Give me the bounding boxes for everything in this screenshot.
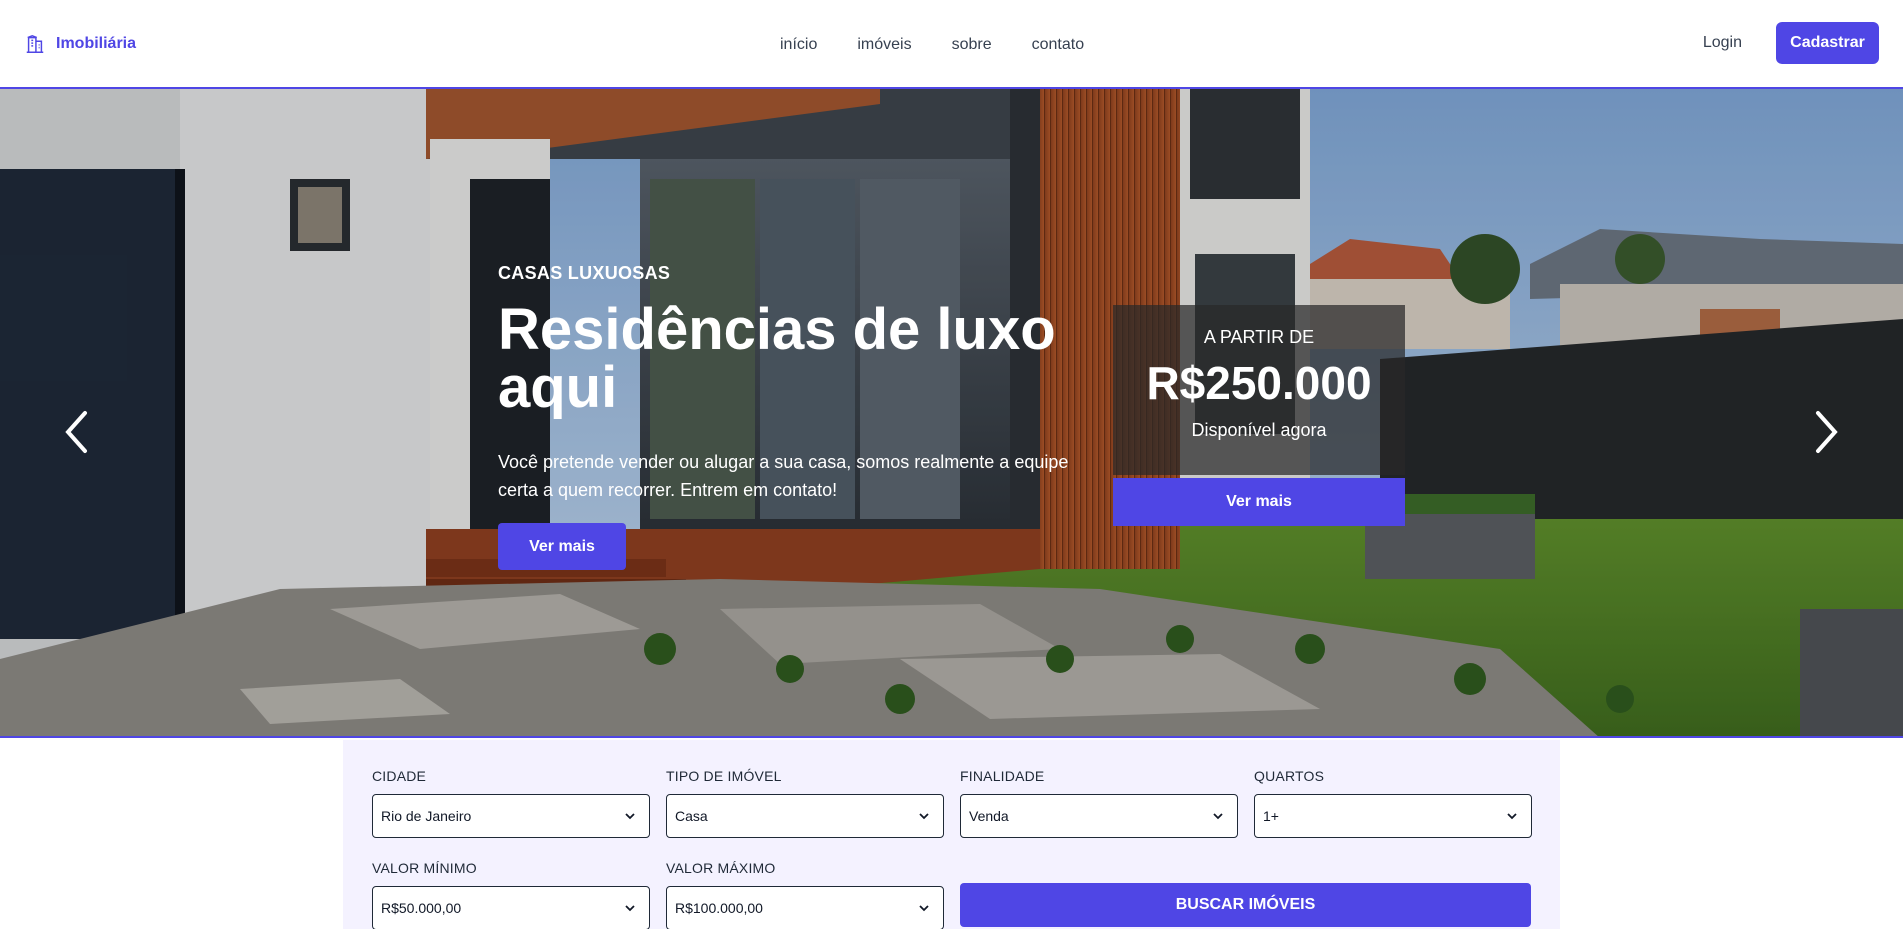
valor-max-label: VALOR MÁXIMO <box>666 860 776 876</box>
chevron-down-icon <box>625 905 635 912</box>
cidade-value: Rio de Janeiro <box>381 808 472 824</box>
finalidade-value: Venda <box>969 808 1009 824</box>
carousel-next-button[interactable] <box>1807 407 1847 457</box>
chevron-down-icon <box>1507 813 1517 820</box>
chevron-left-icon <box>65 411 87 453</box>
price-card: A PARTIR DE R$250.000 Disponível agora <box>1113 305 1405 475</box>
quartos-value: 1+ <box>1263 808 1279 824</box>
chevron-down-icon <box>919 813 929 820</box>
chevron-right-icon <box>1816 411 1838 453</box>
tipo-label: TIPO DE IMÓVEL <box>666 768 782 784</box>
brand-name: Imobiliária <box>56 34 137 52</box>
auth-actions: Login Cadastrar <box>1703 22 1879 64</box>
tipo-select[interactable]: Casa <box>666 794 944 838</box>
nav-imoveis[interactable]: imóveis <box>857 36 911 54</box>
valor-min-select[interactable]: R$50.000,00 <box>372 886 650 929</box>
brand-logo[interactable]: Imobiliária <box>24 33 136 55</box>
property-search-panel: CIDADE Rio de Janeiro TIPO DE IMÓVEL Cas… <box>343 740 1560 929</box>
valor-min-value: R$50.000,00 <box>381 900 462 916</box>
nav-contato[interactable]: contato <box>1032 36 1084 54</box>
hero-description: Você pretende vender ou alugar a sua cas… <box>498 452 1069 500</box>
tipo-value: Casa <box>675 808 708 824</box>
nav-inicio[interactable]: início <box>780 36 817 54</box>
chevron-down-icon <box>1213 813 1223 820</box>
price-value: R$250.000 <box>1146 357 1372 409</box>
tipo-field: TIPO DE IMÓVEL Casa <box>666 768 944 838</box>
hero-more-button[interactable]: Ver mais <box>498 523 626 570</box>
building-icon <box>26 34 44 53</box>
search-properties-button[interactable]: BUSCAR IMÓVEIS <box>960 883 1531 927</box>
price-more-button[interactable]: Ver mais <box>1113 478 1405 526</box>
cidade-label: CIDADE <box>372 768 427 784</box>
chevron-down-icon <box>919 905 929 912</box>
site-header: Imobiliária início imóveis sobre contato… <box>0 0 1903 89</box>
valor-min-field: VALOR MÍNIMO R$50.000,00 <box>372 860 650 929</box>
finalidade-field: FINALIDADE Venda <box>960 768 1238 838</box>
valor-max-field: VALOR MÁXIMO R$100.000,00 <box>666 860 944 929</box>
hero-carousel: CASAS LUXUOSAS Residências de luxo aqui … <box>0 89 1903 738</box>
chevron-down-icon <box>625 813 635 820</box>
valor-max-value: R$100.000,00 <box>675 900 763 916</box>
nav-sobre[interactable]: sobre <box>952 36 992 54</box>
hero-title: Residências de luxo aqui <box>498 297 1056 420</box>
quartos-select[interactable]: 1+ <box>1254 794 1532 838</box>
login-link[interactable]: Login <box>1703 34 1742 52</box>
hero-eyebrow: CASAS LUXUOSAS <box>498 263 671 283</box>
finalidade-label: FINALIDADE <box>960 768 1045 784</box>
quartos-label: QUARTOS <box>1254 768 1325 784</box>
carousel-prev-button[interactable] <box>56 407 96 457</box>
valor-max-select[interactable]: R$100.000,00 <box>666 886 944 929</box>
price-availability: Disponível agora <box>1191 420 1327 440</box>
cidade-select[interactable]: Rio de Janeiro <box>372 794 650 838</box>
quartos-field: QUARTOS 1+ <box>1254 768 1532 838</box>
finalidade-select[interactable]: Venda <box>960 794 1238 838</box>
cidade-field: CIDADE Rio de Janeiro <box>372 768 650 838</box>
signup-button[interactable]: Cadastrar <box>1776 22 1879 64</box>
price-label: A PARTIR DE <box>1203 327 1315 347</box>
main-nav: início imóveis sobre contato <box>780 0 1084 89</box>
valor-min-label: VALOR MÍNIMO <box>372 860 477 876</box>
